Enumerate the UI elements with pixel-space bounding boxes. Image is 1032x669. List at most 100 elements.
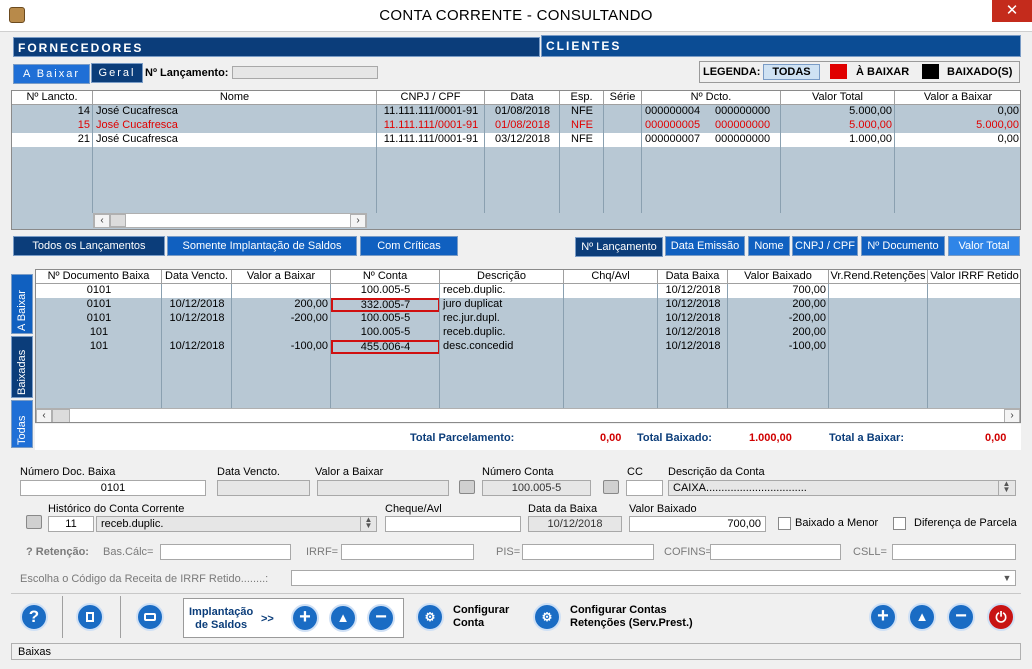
table-row[interactable]: 21 José Cucafresca 11.111.111/0001-91 03/12… [12,133,1020,147]
col-esp[interactable]: Esp. [560,91,604,105]
lookup-icon[interactable] [459,480,475,494]
sort-lancamento[interactable]: Nº Lançamento [575,237,663,257]
lookup-icon[interactable] [603,480,619,494]
legend-todas[interactable]: TODAS [763,64,820,80]
col-doc-baixa[interactable]: Nº Documento Baixa [36,270,162,284]
col-data-baixa[interactable]: Data Baixa [658,270,728,284]
filter-todos[interactable]: Todos os Lançamentos [13,236,165,256]
cell-desc: receb.duplic. [443,284,506,296]
power-button[interactable]: ⏻ [987,603,1015,631]
col-valor-a-baixar[interactable]: Valor a Baixar [232,270,331,284]
col-irrf-retido[interactable]: Valor IRRF Retido [928,270,1020,284]
num-doc-input[interactable]: 0101 [20,480,206,496]
diferenca-parcela-checkbox[interactable] [893,517,906,530]
pis-input[interactable] [522,544,654,560]
vtab-baixadas[interactable]: Baixadas [11,336,33,398]
sort-cnpj[interactable]: CNPJ / CPF [792,236,858,256]
cofins-input[interactable] [710,544,841,560]
csll-input[interactable] [892,544,1016,560]
close-button[interactable]: ✕ [992,0,1032,22]
col-valor-baixar[interactable]: Valor a Baixar [895,91,1020,105]
num-conta-input[interactable]: 100.005-5 [482,480,591,496]
irrf-input[interactable] [341,544,474,560]
table-row[interactable]: 101 10/12/2018 -100,00 455.006-4 desc.conced… [36,340,1020,354]
document-icon[interactable] [76,603,104,631]
up-button[interactable]: ▲ [329,604,357,632]
lancamento-input[interactable] [232,66,378,79]
historico-text-input[interactable]: receb.duplic. [96,516,377,532]
desc-conta-input[interactable]: CAIXA................................. [668,480,1016,496]
col-num-conta[interactable]: Nº Conta [331,270,440,284]
help-button[interactable]: ? [20,603,48,631]
sort-nome[interactable]: Nome [748,236,790,256]
table-row[interactable]: 15 José Cucafresca 11.111.111/0001-91 01/08… [12,119,1020,133]
cc-input[interactable] [626,480,663,496]
print-icon[interactable] [136,603,164,631]
data-baixa-input[interactable]: 10/12/2018 [528,516,622,532]
table-row[interactable]: 0101 10/12/2018 -200,00 100.005-5 rec.jur.du… [36,312,1020,326]
table-row[interactable]: 0101 100.005-5 receb.duplic. 10/12/2018 700,… [36,284,1020,298]
cheque-input[interactable] [385,516,521,532]
legend-a-baixar[interactable]: À BAIXAR [856,66,909,78]
legend-baixados[interactable]: BAIXADO(S) [947,66,1012,78]
scroll-thumb[interactable] [110,214,126,227]
config-retencoes-label[interactable]: Configurar Contas Retenções (Serv.Prest.… [570,604,693,630]
col-dcto[interactable]: Nº Dcto. [642,91,781,105]
irrf-code-select[interactable] [291,570,1016,586]
clientes-panel[interactable]: CLIENTES [541,35,1021,57]
scroll-right-icon[interactable]: › [350,214,366,228]
scroll-thumb[interactable] [52,409,70,422]
col-valor-total[interactable]: Valor Total [781,91,895,105]
filter-implantacao[interactable]: Somente Implantação de Saldos [167,236,357,256]
sort-documento[interactable]: Nº Documento [861,236,945,256]
up-record-button[interactable]: ▲ [908,603,936,631]
bascalc-input[interactable] [160,544,291,560]
remove-record-button[interactable]: − [947,603,975,631]
baixado-menor-checkbox[interactable] [778,517,791,530]
historico-code-input[interactable]: 11 [48,516,94,532]
scroll-left-icon[interactable]: ‹ [36,409,52,422]
spin-icon[interactable]: ▲ ▼ [360,516,376,531]
col-lancto[interactable]: Nº Lancto. [12,91,93,105]
arrows-label: >> [261,613,274,625]
baixas-scrollbar[interactable]: ‹ › [36,408,1020,422]
col-data-vencto[interactable]: Data Vencto. [162,270,232,284]
table-row[interactable]: 14 José Cucafresca 11.111.111/0001-91 01/08… [12,105,1020,119]
config-retencoes-icon[interactable]: ⚙ [533,603,561,631]
chevron-down-icon[interactable]: ▼ [1000,571,1014,585]
col-chq-avl[interactable]: Chq/Avl [564,270,658,284]
tab-geral[interactable]: Geral [91,63,143,83]
valor-baixado-input[interactable]: 700,00 [629,516,766,532]
spin-icon[interactable]: ▲ ▼ [998,480,1014,495]
col-valor-baixado[interactable]: Valor Baixado [728,270,829,284]
scroll-left-icon[interactable]: ‹ [94,214,110,228]
remove-button[interactable]: − [367,604,395,632]
scroll-right-icon[interactable]: › [1004,409,1020,422]
col-cnpj[interactable]: CNPJ / CPF [377,91,485,105]
data-vencto-input[interactable] [217,480,310,496]
add-record-button[interactable]: + [869,603,897,631]
col-rend-retencoes[interactable]: Vr.Rend.Retenções [829,270,928,284]
table-row[interactable]: 0101 10/12/2018 200,00 332.005-7 juro duplic… [36,298,1020,312]
cell-vbaixar: -200,00 [290,312,328,324]
sort-valor-total[interactable]: Valor Total [948,236,1020,256]
valor-baixar-input[interactable] [317,480,449,496]
lookup-icon[interactable] [26,515,42,529]
baixas-grid[interactable]: Nº Documento Baixa Data Vencto. Valor a … [35,269,1021,423]
col-serie[interactable]: Série [604,91,642,105]
tab-a-baixar[interactable]: A Baixar [13,64,90,84]
lancamentos-grid[interactable]: Nº Lancto. Nome CNPJ / CPF Data Esp. Sér… [11,90,1021,230]
config-conta-label[interactable]: Configurar Conta [453,604,509,630]
col-nome[interactable]: Nome [93,91,377,105]
sort-emissao[interactable]: Data Emissão [665,236,745,256]
filter-criticas[interactable]: Com Críticas [360,236,458,256]
col-data[interactable]: Data [485,91,560,105]
nome-scrollbar[interactable]: ‹ › [93,213,367,228]
vtab-todas[interactable]: Todas [11,400,33,448]
col-descricao[interactable]: Descrição [440,270,564,284]
add-button[interactable]: + [291,604,319,632]
vtab-a-baixar[interactable]: A Baixar [11,274,33,334]
config-conta-icon[interactable]: ⚙ [416,603,444,631]
fornecedores-panel[interactable]: FORNECEDORES [13,37,540,57]
table-row[interactable]: 101 100.005-5 receb.duplic. 10/12/2018 200,0… [36,326,1020,340]
